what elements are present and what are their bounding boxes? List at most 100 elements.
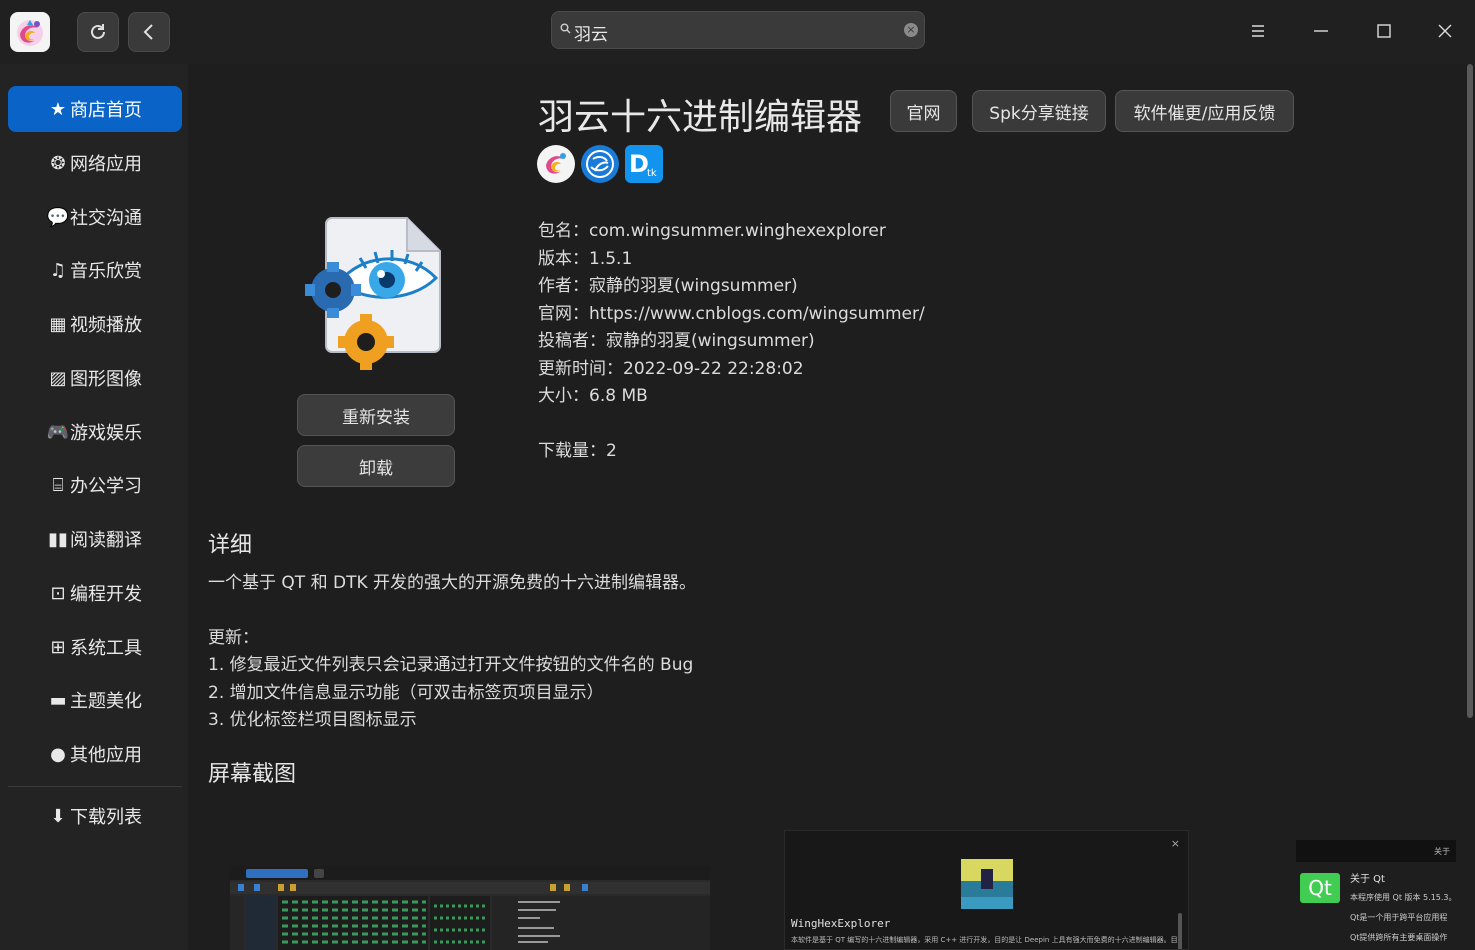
update-heading: 更新： — [208, 628, 259, 648]
screenshot-3[interactable]: 关于 Qt 关于 Qt 本程序使用 Qt 版本 5.15.3。 Qt是一个用于跨… — [1296, 840, 1456, 950]
gamepad-icon: 🎮 — [46, 421, 70, 443]
update-item: 1. 修复最近文件列表只会记录通过打开文件按钮的文件名的 Bug — [208, 655, 694, 675]
maximize-icon — [1377, 24, 1391, 38]
info-label: 下载量： — [538, 441, 606, 461]
maximize-button[interactable] — [1369, 16, 1399, 46]
info-contributor: 投稿者：寂静的羽夏(wingsummer) — [538, 326, 815, 351]
update-item: 2. 增加文件信息显示功能（可双击标签页项目显示） — [208, 683, 604, 703]
info-label: 更新时间： — [538, 359, 623, 379]
close-button[interactable] — [1430, 16, 1460, 46]
dialog-title: WingHexExplorer — [791, 917, 891, 930]
network-icon: ❂ — [50, 152, 66, 174]
info-size: 大小：6.8 MB — [538, 381, 648, 406]
sidebar-item-themes[interactable]: ▬ 主题美化 — [8, 677, 182, 723]
description-text: 一个基于 QT 和 DTK 开发的强大的开源免费的十六进制编辑器。 — [208, 573, 697, 593]
image-icon: ▨ — [49, 367, 67, 389]
sidebar-item-label: 其他应用 — [70, 745, 142, 766]
info-package: 包名：com.wingsummer.winghexexplorer — [538, 216, 886, 241]
sidebar-item-label: 图形图像 — [70, 369, 142, 390]
sidebar-item-music[interactable]: ♫ 音乐欣赏 — [8, 247, 182, 293]
close-icon: × — [1170, 837, 1180, 850]
feedback-button[interactable]: 软件催更/应用反馈 — [1115, 90, 1294, 132]
terminal-icon: ⊡ — [50, 582, 66, 604]
search-input[interactable]: 羽云 × — [551, 11, 925, 49]
sidebar-item-label: 办公学习 — [70, 476, 142, 497]
sidebar-item-video[interactable]: ▦ 视频播放 — [8, 301, 182, 347]
sidebar-item-reading[interactable]: ▮▮ 阅读翻译 — [8, 516, 182, 562]
sidebar-item-network[interactable]: ❂ 网络应用 — [8, 140, 182, 186]
refresh-icon — [91, 24, 105, 39]
info-version: 版本：1.5.1 — [538, 244, 632, 269]
svg-text:tk: tk — [647, 168, 657, 179]
music-icon: ♫ — [49, 259, 67, 281]
sidebar-item-social[interactable]: 💬 社交沟通 — [8, 194, 182, 240]
version-value: 1.5.1 — [589, 249, 633, 269]
size-value: 6.8 MB — [589, 386, 648, 406]
screenshot-2[interactable]: × WingHexExplorer 本软件是基于 QT 编写的十六进制编辑器，采… — [784, 830, 1189, 950]
dialog-scrollbar — [1178, 913, 1182, 949]
app-icon — [300, 210, 450, 380]
title-bar: 羽云 × — [0, 0, 1475, 64]
package-name: com.wingsummer.winghexexplorer — [589, 221, 886, 241]
scrollbar-thumb[interactable] — [1467, 64, 1473, 718]
sidebar-item-label: 视频播放 — [70, 315, 142, 336]
sidebar-item-label: 网络应用 — [70, 154, 142, 175]
about-qt-title: 关于 Qt — [1350, 874, 1385, 885]
download-icon: ⬇ — [50, 805, 66, 827]
sidebar-item-label: 下载列表 — [70, 807, 142, 828]
refresh-button[interactable] — [77, 12, 119, 52]
info-downloads: 下载量：2 — [538, 436, 617, 461]
website-link[interactable]: https://www.cnblogs.com/wingsummer/ — [589, 304, 925, 324]
spark-source-icon — [537, 145, 575, 183]
clear-search-icon[interactable]: × — [904, 23, 918, 37]
minimize-button[interactable] — [1306, 16, 1336, 46]
sidebar-item-games[interactable]: 🎮 游戏娱乐 — [8, 409, 182, 455]
sidebar-item-label: 编程开发 — [70, 584, 142, 605]
uninstall-button[interactable]: 卸载 — [297, 445, 455, 487]
screenshots-heading: 屏幕截图 — [208, 762, 297, 787]
reinstall-button[interactable]: 重新安装 — [297, 394, 455, 436]
menu-button[interactable] — [1243, 16, 1273, 46]
info-label: 作者： — [538, 276, 589, 296]
share-link-button[interactable]: Spk分享链接 — [972, 90, 1106, 132]
book-icon: ▮▮ — [48, 528, 68, 550]
info-website: 官网：https://www.cnblogs.com/wingsummer/ — [538, 299, 925, 324]
sidebar-item-label: 音乐欣赏 — [70, 261, 142, 282]
film-icon: ▦ — [49, 313, 67, 335]
sidebar-item-label: 主题美化 — [70, 691, 142, 712]
downloads-value: 2 — [606, 441, 617, 461]
sidebar-item-office[interactable]: ⌸ 办公学习 — [8, 462, 182, 508]
info-updated: 更新时间：2022-09-22 22:28:02 — [538, 354, 804, 379]
search-value: 羽云 — [574, 25, 608, 45]
back-button[interactable] — [128, 12, 170, 52]
website-button[interactable]: 官网 — [890, 90, 957, 132]
sidebar-item-label: 社交沟通 — [70, 208, 142, 229]
info-label: 包名： — [538, 221, 589, 241]
update-item: 3. 优化标签栏项目图标显示 — [208, 710, 417, 730]
sidebar-item-graphics[interactable]: ▨ 图形图像 — [8, 355, 182, 401]
contributor-value: 寂静的羽夏(wingsummer) — [606, 331, 815, 351]
app-detail-panel — [188, 64, 1463, 950]
chevron-left-icon — [143, 24, 153, 40]
scrollbar[interactable] — [1463, 64, 1475, 718]
details-heading: 详细 — [208, 533, 253, 558]
sidebar-item-downloads[interactable]: ⬇ 下载列表 — [8, 793, 182, 839]
dialog-header-text: 关于 — [1434, 847, 1450, 856]
more-icon: ● — [50, 743, 66, 765]
search-icon — [560, 23, 571, 34]
qt-logo-icon: Qt — [1300, 873, 1340, 903]
monitor-icon: ▬ — [49, 689, 67, 711]
deepin-source-icon — [581, 145, 619, 183]
info-label: 大小： — [538, 386, 589, 406]
sidebar-item-store-home[interactable]: ★ 商店首页 — [8, 86, 182, 132]
sidebar-item-development[interactable]: ⊡ 编程开发 — [8, 570, 182, 616]
sidebar-item-system-tools[interactable]: ⊞ 系统工具 — [8, 624, 182, 670]
screenshot-1[interactable] — [230, 866, 710, 950]
info-author: 作者：寂静的羽夏(wingsummer) — [538, 271, 798, 296]
sidebar-item-others[interactable]: ● 其他应用 — [8, 731, 182, 777]
info-label: 投稿者： — [538, 331, 606, 351]
info-label: 版本： — [538, 249, 589, 269]
dialog-text: 本软件是基于 QT 编写的十六进制编辑器，采用 C++ 进行开发，目的是让 De… — [791, 936, 1181, 944]
sidebar-item-label: 阅读翻译 — [70, 530, 142, 551]
sidebar-divider — [8, 786, 182, 787]
